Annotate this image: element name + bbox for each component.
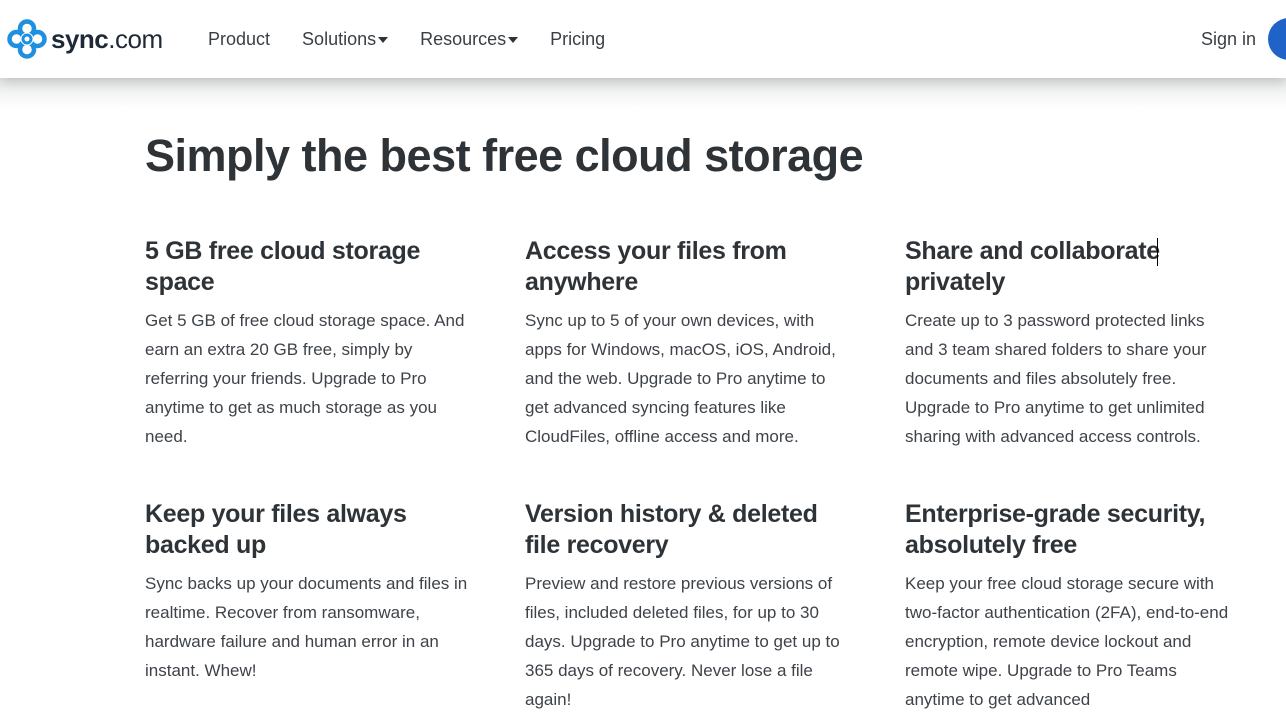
feature-free-storage: 5 GB free cloud storage space Get 5 GB o… — [145, 236, 470, 451]
feature-description: Sync backs up your documents and files i… — [145, 574, 468, 680]
primary-nav: Product Solutions Resources Pricing — [208, 27, 637, 51]
feature-title: Keep your files always backed up — [145, 500, 407, 559]
feature-description: Get 5 GB of free cloud storage space. An… — [145, 311, 465, 446]
feature-title: 5 GB free cloud storage space — [145, 237, 421, 296]
feature-title-text: Share and collaborate privately — [905, 237, 1160, 296]
sign-up-button[interactable] — [1268, 18, 1286, 60]
nav-product-link[interactable]: Product — [208, 27, 270, 51]
brand-wordmark: sync.com — [51, 26, 163, 52]
feature-backup: Keep your files always backed up Sync ba… — [145, 499, 470, 685]
feature-description: Preview and restore previous versions of… — [525, 574, 840, 709]
brand-domain: .com — [108, 24, 163, 54]
feature-description: Sync up to 5 of your own devices, with a… — [525, 311, 836, 446]
nav-solutions-dropdown[interactable]: Solutions — [302, 27, 389, 51]
chevron-down-icon — [508, 36, 519, 43]
top-navigation-bar: sync.com Product Solutions Resources Pri… — [0, 0, 1286, 78]
chevron-down-icon — [378, 36, 389, 43]
text-cursor — [1157, 238, 1158, 266]
header-shadow — [0, 78, 1286, 108]
sync-cloud-logo-icon — [7, 19, 47, 59]
brand-name: sync — [51, 24, 109, 54]
nav-pricing-link[interactable]: Pricing — [550, 27, 605, 51]
feature-description: Create up to 3 password protected links … — [905, 311, 1207, 446]
feature-title: Enterprise-grade security, absolutely fr… — [905, 500, 1206, 559]
feature-share-collaborate: Share and collaborate privately Create u… — [905, 236, 1230, 451]
nav-pricing-label: Pricing — [550, 29, 606, 49]
feature-title: Access your files from anywhere — [525, 237, 787, 296]
feature-access-anywhere: Access your files from anywhere Sync up … — [525, 236, 850, 451]
nav-resources-dropdown[interactable]: Resources — [420, 27, 519, 51]
page-title: Simply the best free cloud storage — [145, 130, 864, 181]
home-logo-link[interactable]: sync.com — [7, 19, 163, 59]
nav-solutions-label: Solutions — [302, 29, 377, 49]
feature-version-history: Version history & deleted file recovery … — [525, 499, 850, 714]
feature-security: Enterprise-grade security, absolutely fr… — [905, 499, 1230, 714]
feature-title: Share and collaborate privately — [905, 236, 1230, 298]
nav-product-label: Product — [208, 29, 271, 49]
nav-resources-label: Resources — [420, 29, 507, 49]
sign-in-link[interactable]: Sign in — [1201, 27, 1256, 51]
feature-title: Version history & deleted file recovery — [525, 500, 818, 559]
feature-description: Keep your free cloud storage secure with… — [905, 574, 1229, 709]
